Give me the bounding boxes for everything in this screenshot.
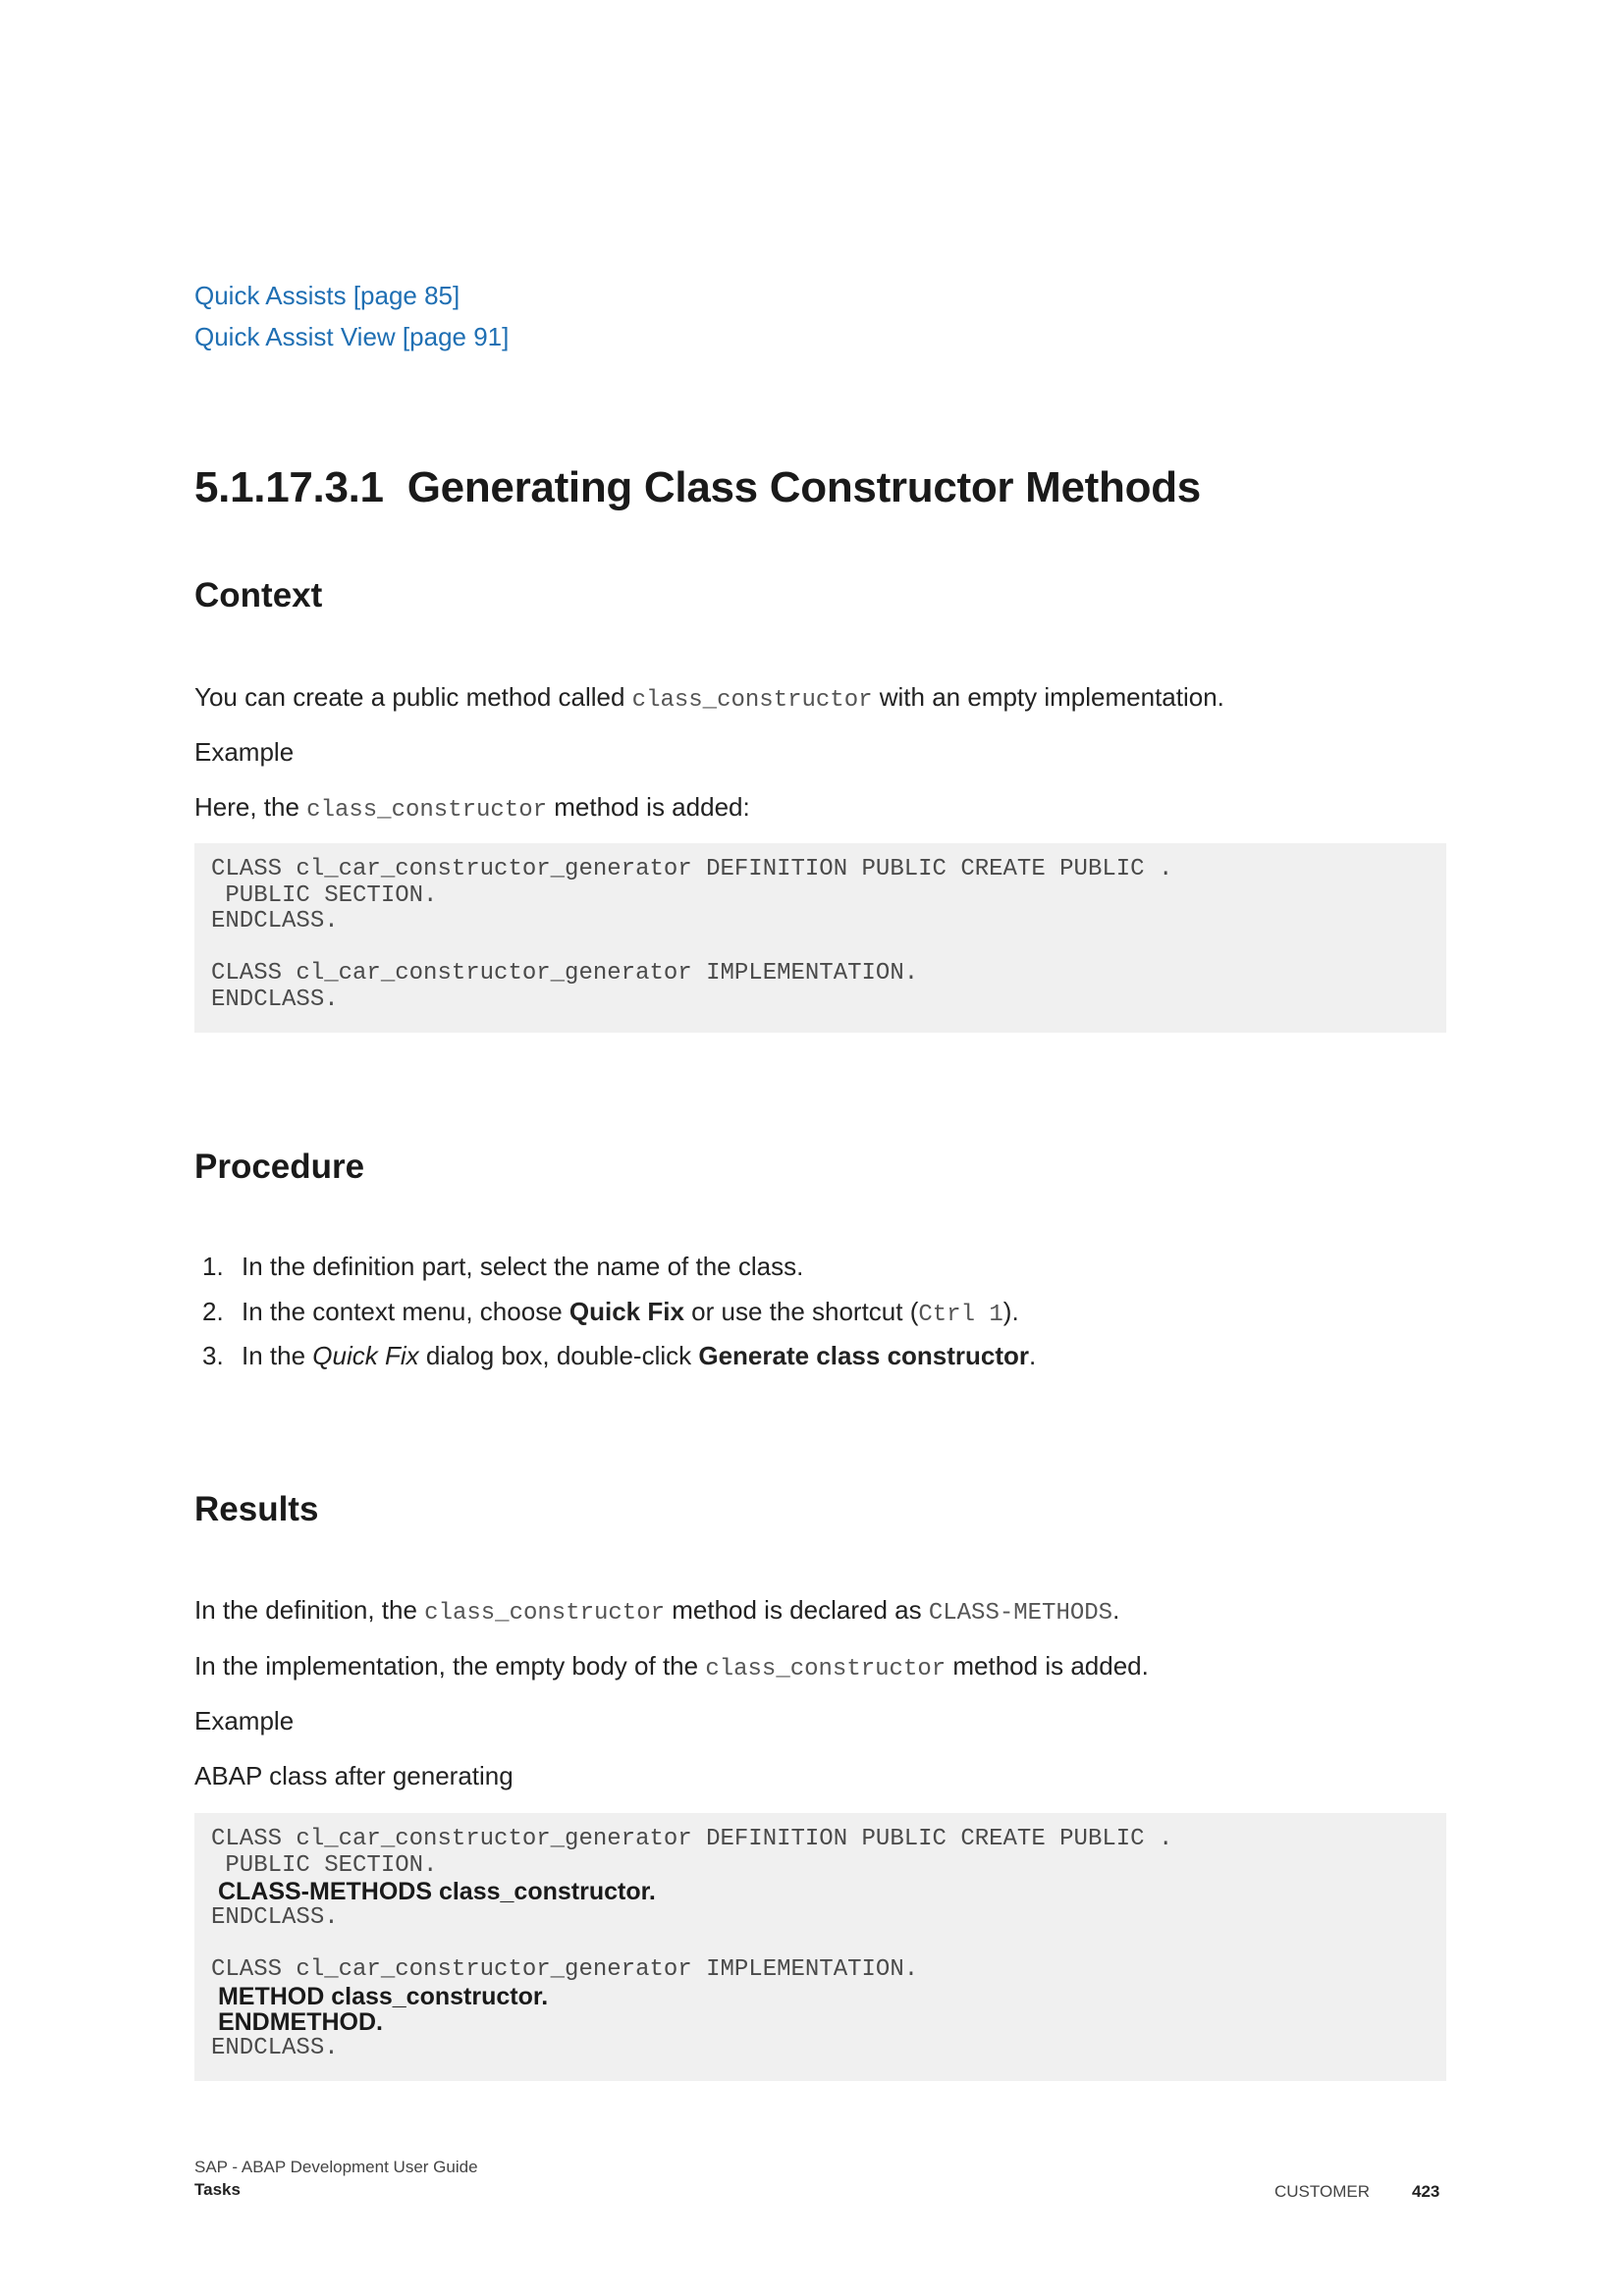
results-line-1-pre: In the definition, the <box>194 1595 425 1625</box>
code-line: CLASS cl_car_constructor_generator IMPLE… <box>211 1955 919 1983</box>
context-example-code: class_constructor <box>306 797 548 824</box>
procedure-step: 1. In the definition part, select the nam… <box>194 1251 1036 1296</box>
step-bold: Quick Fix <box>568 1296 684 1326</box>
results-line-1-post: . <box>1112 1595 1120 1625</box>
context-example-text: Here, the class_constructor method is ad… <box>194 791 750 827</box>
step-text: In the definition part, select the name … <box>242 1252 804 1281</box>
procedure-steps: 1. In the definition part, select the nam… <box>194 1251 1036 1385</box>
context-heading: Context <box>194 576 323 614</box>
step-number: 2. <box>202 1296 224 1326</box>
results-line-2-pre: In the implementation, the empty body of… <box>194 1651 706 1681</box>
step-text-mid: dialog box, double-click <box>418 1341 699 1370</box>
results-line-2-post: method is added. <box>946 1651 1149 1681</box>
code-line: ENDCLASS. <box>211 2034 339 2061</box>
code-line-added: ENDMETHOD. <box>211 2008 383 2037</box>
step-number: 3. <box>202 1341 224 1370</box>
code-line: CLASS cl_car_constructor_generator IMPLE… <box>211 960 919 988</box>
context-intro-pre: You can create a public method called <box>194 682 632 712</box>
code-line: PUBLIC SECTION. <box>211 881 438 909</box>
link-quick-assist-view[interactable]: Quick Assist View [page 91] <box>194 322 509 351</box>
context-code-block: CLASS cl_car_constructor_generator DEFIN… <box>194 843 1446 1033</box>
step-text-post: . <box>1029 1341 1037 1370</box>
link-quick-assists[interactable]: Quick Assists [page 85] <box>194 281 460 310</box>
section-number: 5.1.17.3.1 <box>194 463 384 511</box>
context-example-label: Example <box>194 737 295 767</box>
step-italic: Quick Fix <box>312 1341 419 1370</box>
footer-chapter: Tasks <box>194 2180 241 2199</box>
results-line-2: In the implementation, the empty body of… <box>194 1650 1149 1685</box>
results-line-2-code: class_constructor <box>705 1656 947 1682</box>
context-intro-code: class_constructor <box>631 687 873 714</box>
code-line-added: CLASS-METHODS class_constructor. <box>211 1878 656 1906</box>
section-title: 5.1.17.3.1 Generating Class Constructor M… <box>194 463 1201 512</box>
procedure-heading: Procedure <box>194 1148 365 1186</box>
context-example-pre: Here, the <box>194 792 307 822</box>
results-heading: Results <box>194 1490 319 1528</box>
results-line-1: In the definition, the class_constructor… <box>194 1594 1119 1629</box>
step-text-post: ). <box>1002 1296 1019 1326</box>
step-number: 1. <box>202 1252 224 1281</box>
footer-classification: CUSTOMER <box>1274 2182 1370 2201</box>
code-line: CLASS cl_car_constructor_generator DEFIN… <box>211 856 1173 882</box>
code-line: ENDCLASS. <box>211 1903 339 1931</box>
code-line-added: METHOD class_constructor. <box>211 1982 549 2010</box>
step-text-pre: In the <box>242 1341 313 1370</box>
step-shortcut-code: Ctrl 1 <box>918 1301 1003 1328</box>
context-intro-post: with an empty implementation. <box>872 682 1224 712</box>
code-line: PUBLIC SECTION. <box>211 1851 438 1879</box>
context-example-post: method is added: <box>547 792 750 822</box>
step-bold: Generate class constructor <box>698 1341 1030 1370</box>
code-line: ENDCLASS. <box>211 908 339 935</box>
results-example-caption: ABAP class after generating <box>194 1761 514 1790</box>
code-line: ENDCLASS. <box>211 986 339 1013</box>
results-line-1-code2: CLASS-METHODS <box>928 1600 1113 1627</box>
footer-doc-title: SAP - ABAP Development User Guide <box>194 2158 478 2176</box>
step-text-pre: In the context menu, choose <box>242 1296 569 1326</box>
section-title-text: Generating Class Constructor Methods <box>406 463 1202 511</box>
procedure-step: 2. In the context menu, choose Quick Fix … <box>194 1296 1036 1341</box>
procedure-step: 3. In the Quick Fix dialog box, double-cl… <box>194 1340 1036 1385</box>
results-example-label: Example <box>194 1706 295 1735</box>
results-line-1-mid: method is declared as <box>665 1595 929 1625</box>
step-text-mid: or use the shortcut ( <box>683 1296 919 1326</box>
results-code-block: CLASS cl_car_constructor_generator DEFIN… <box>194 1813 1446 2081</box>
footer-page-number: 423 <box>1412 2182 1440 2201</box>
code-line: CLASS cl_car_constructor_generator DEFIN… <box>211 1826 1173 1852</box>
context-intro: You can create a public method called cl… <box>194 681 1224 717</box>
results-line-1-code: class_constructor <box>424 1600 666 1627</box>
